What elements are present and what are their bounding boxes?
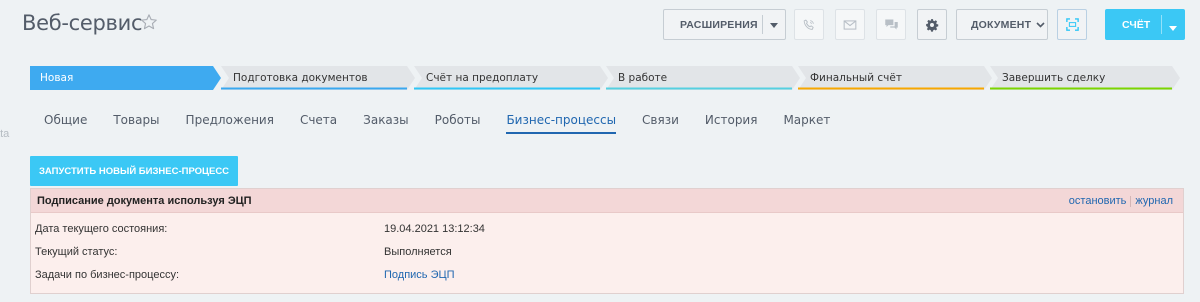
extensions-label: РАСШИРЕНИЯ (680, 18, 758, 31)
stage-label: В работе (618, 72, 668, 84)
tab-quotes[interactable]: Предложения (186, 113, 274, 127)
stage-label: Завершить сделку (1002, 72, 1106, 84)
extensions-divider (762, 15, 763, 34)
invoice-label: СЧЁТ (1122, 18, 1151, 31)
chat-button[interactable] (876, 9, 906, 40)
business-process-panel: Подписание документа используя ЭЦП остан… (30, 188, 1184, 294)
stage-bar: Новая Подготовка документов Счёт на пред… (30, 66, 1180, 90)
tab-market[interactable]: Маркет (783, 113, 830, 127)
tab-invoices[interactable]: Счета (300, 113, 337, 127)
tab-links[interactable]: Связи (642, 113, 679, 127)
tab-orders[interactable]: Заказы (363, 113, 409, 127)
stage-label: Новая (40, 72, 74, 84)
stage-label: Подготовка документов (233, 72, 368, 84)
actions-divider (1130, 195, 1132, 207)
extensions-button[interactable]: РАСШИРЕНИЯ (663, 9, 786, 40)
process-tasks-label: Задачи по бизнес-процессу: (35, 269, 180, 281)
scan-icon (1065, 17, 1080, 32)
stop-link[interactable]: остановить (1069, 195, 1127, 207)
tab-general[interactable]: Общие (44, 113, 87, 127)
tab-business-processes[interactable]: Бизнес-процессы (506, 113, 616, 134)
page-title: Веб-сервис (22, 11, 143, 35)
log-link[interactable]: журнал (1135, 195, 1173, 207)
current-status-label: Текущий статус: (35, 246, 118, 258)
stage-label: Финальный счёт (810, 72, 902, 84)
invoice-button[interactable]: СЧЁТ (1105, 9, 1185, 40)
scan-button[interactable] (1057, 9, 1087, 40)
tab-products[interactable]: Товары (113, 113, 159, 127)
star-outline-icon[interactable] (140, 13, 158, 31)
stage-final-invoice[interactable]: Финальный счёт (798, 66, 992, 90)
state-date-label: Дата текущего состояния: (35, 223, 168, 235)
phone-button[interactable] (794, 9, 824, 40)
stage-label: Счёт на предоплату (426, 72, 539, 84)
mail-button[interactable] (835, 9, 865, 40)
stage-in-progress[interactable]: В работе (606, 66, 800, 90)
tab-bar: Общие Товары Предложения Счета Заказы Ро… (31, 113, 843, 134)
tab-robots[interactable]: Роботы (435, 113, 481, 127)
gear-icon (925, 18, 939, 32)
stage-close-deal[interactable]: Завершить сделку (990, 66, 1180, 90)
phone-icon (802, 18, 816, 32)
process-actions: остановить журнал (1069, 195, 1173, 207)
process-title: Подписание документа используя ЭЦП (37, 194, 252, 207)
invoice-divider (1161, 15, 1162, 34)
chevron-down-icon[interactable] (1169, 22, 1177, 34)
sidebar-fragment: ata (0, 128, 10, 140)
document-button[interactable]: ДОКУМЕНТ (956, 9, 1048, 40)
start-business-process-button[interactable]: ЗАПУСТИТЬ НОВЫЙ БИЗНЕС-ПРОЦЕСС (30, 156, 238, 186)
current-status-value: Выполняется (384, 246, 452, 258)
stage-new[interactable]: Новая (30, 66, 221, 90)
state-date-value: 19.04.2021 13:12:34 (384, 223, 485, 235)
tab-history[interactable]: История (705, 113, 758, 127)
document-label: ДОКУМЕНТ (971, 18, 1032, 31)
process-header: Подписание документа используя ЭЦП остан… (31, 189, 1183, 213)
process-task-link[interactable]: Подпись ЭЦП (384, 269, 455, 281)
stage-doc-prep[interactable]: Подготовка документов (221, 66, 415, 90)
chevron-down-icon[interactable] (770, 23, 778, 28)
chevron-down-icon (1036, 21, 1045, 28)
chat-icon (884, 18, 899, 31)
stage-prepayment-invoice[interactable]: Счёт на предоплату (414, 66, 608, 90)
settings-button[interactable] (917, 9, 947, 40)
mail-icon (843, 19, 857, 31)
